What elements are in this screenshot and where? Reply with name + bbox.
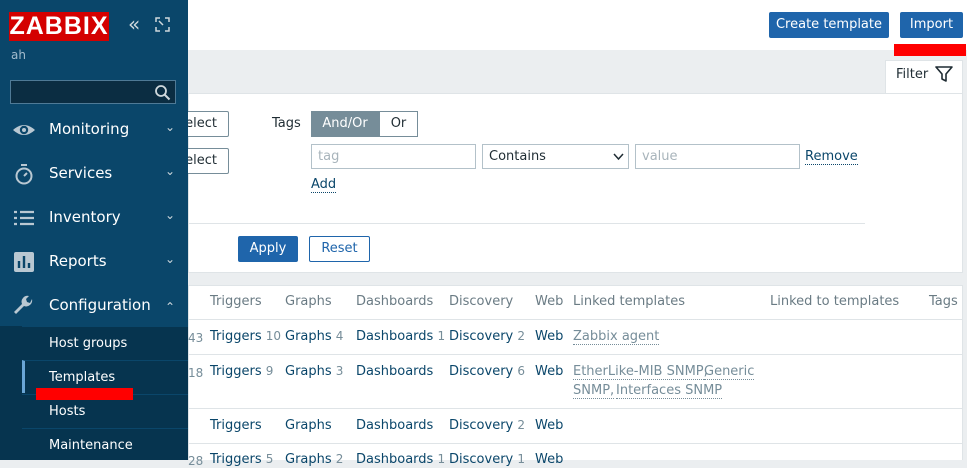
column-header-tags: Tags: [929, 294, 958, 309]
and-or-toggle[interactable]: And/Or: [311, 111, 379, 137]
search-icon[interactable]: [154, 84, 171, 101]
value-input[interactable]: value: [635, 144, 800, 169]
eye-icon: [13, 125, 35, 135]
header-divider: [188, 319, 963, 320]
menu-inventory[interactable]: Inventory ⌄: [0, 196, 188, 240]
column-header-graphs[interactable]: Graphs: [285, 294, 332, 309]
kiosk-mode-icon[interactable]: [155, 17, 170, 32]
filter-divider: [189, 223, 865, 224]
column-header-triggers[interactable]: Triggers: [210, 294, 262, 309]
chevron-down-icon: ⌄: [165, 252, 176, 266]
prev-count: 28: [188, 454, 204, 468]
create-template-button[interactable]: Create template: [769, 12, 889, 38]
linked-template-link[interactable]: EtherLike-MIB SNMP,: [573, 364, 708, 380]
red-annotation-mark: [36, 388, 133, 400]
graphs-link[interactable]: Graphs 3: [285, 364, 343, 379]
collapse-sidebar-icon[interactable]: «: [128, 14, 140, 34]
chevron-down-icon: ⌄: [165, 164, 176, 178]
dashboards-link[interactable]: Dashboards: [356, 418, 433, 433]
prev-count: 43: [188, 331, 204, 345]
chevron-down-icon: [613, 153, 624, 161]
bar-chart-icon: [14, 252, 34, 272]
web-link[interactable]: Web: [535, 329, 563, 344]
or-toggle[interactable]: Or: [379, 111, 418, 137]
tags-label: Tags: [272, 116, 301, 131]
red-annotation-mark: [894, 44, 966, 56]
linked-template-link[interactable]: Generic: [704, 364, 755, 380]
filter-panel: elect elect Tags And/Or Or tag Contains …: [177, 93, 963, 273]
row-divider: [188, 354, 963, 355]
sidebar-search-input[interactable]: [10, 80, 176, 104]
linked-template-link[interactable]: Zabbix agent: [573, 329, 660, 345]
prev-count: 18: [188, 366, 204, 380]
submenu-host-groups[interactable]: Host groups: [22, 326, 188, 359]
discovery-link[interactable]: Discovery 2: [449, 418, 525, 433]
list-icon: [14, 210, 34, 226]
dashboards-link[interactable]: Dashboards: [356, 364, 433, 379]
column-header-linked-to-templates: Linked to templates: [770, 294, 900, 309]
filter-tab[interactable]: Filter: [885, 60, 963, 94]
column-header-discovery[interactable]: Discovery: [449, 294, 513, 309]
graphs-link[interactable]: Graphs: [285, 418, 332, 433]
wrench-icon: [14, 295, 33, 314]
zabbix-logo[interactable]: ZABBIX: [9, 12, 109, 41]
add-link[interactable]: Add: [311, 177, 337, 193]
tag-input[interactable]: tag: [311, 144, 476, 169]
apply-button[interactable]: Apply: [238, 236, 298, 262]
stopwatch-icon: [15, 164, 33, 185]
web-link[interactable]: Web: [535, 418, 563, 433]
linked-template-link[interactable]: SNMP,: [573, 383, 615, 399]
chevron-down-icon: ⌄: [165, 120, 176, 134]
column-header-dashboards[interactable]: Dashboards: [356, 294, 433, 309]
import-button[interactable]: Import: [900, 12, 963, 38]
row-divider: [188, 408, 963, 409]
discovery-link[interactable]: Discovery 6: [449, 364, 525, 379]
menu-configuration[interactable]: Configuration ⌃: [0, 284, 188, 328]
chevron-down-icon: ⌄: [165, 208, 176, 222]
reset-button[interactable]: Reset: [309, 236, 370, 262]
column-header-web[interactable]: Web: [535, 294, 563, 309]
menu-reports[interactable]: Reports ⌄: [0, 240, 188, 284]
dashboards-link[interactable]: Dashboards 1: [356, 329, 445, 344]
discovery-link[interactable]: Discovery 2: [449, 329, 525, 344]
triggers-link[interactable]: Triggers 9: [210, 364, 273, 379]
menu-monitoring[interactable]: Monitoring ⌄: [0, 108, 188, 152]
filter-tab-label: Filter: [896, 67, 929, 82]
triggers-link[interactable]: Triggers 10: [210, 329, 281, 344]
row-divider: [188, 443, 963, 444]
filter-icon: [935, 66, 953, 82]
linked-template-link[interactable]: Interfaces SNMP: [616, 383, 723, 399]
sidebar: ZABBIX « ah Monitoring ⌄ Services ⌄ Inve…: [0, 0, 188, 460]
triggers-link[interactable]: Triggers: [210, 418, 262, 433]
chevron-up-icon: ⌃: [165, 300, 176, 314]
user-name: ah: [11, 48, 26, 62]
menu-services[interactable]: Services ⌄: [0, 152, 188, 196]
remove-link[interactable]: Remove: [805, 149, 858, 165]
operator-select[interactable]: Contains: [482, 144, 629, 169]
graphs-link[interactable]: Graphs 4: [285, 329, 343, 344]
submenu-maintenance[interactable]: Maintenance: [22, 428, 188, 461]
web-link[interactable]: Web: [535, 364, 563, 379]
column-header-linked-templates: Linked templates: [573, 294, 685, 309]
